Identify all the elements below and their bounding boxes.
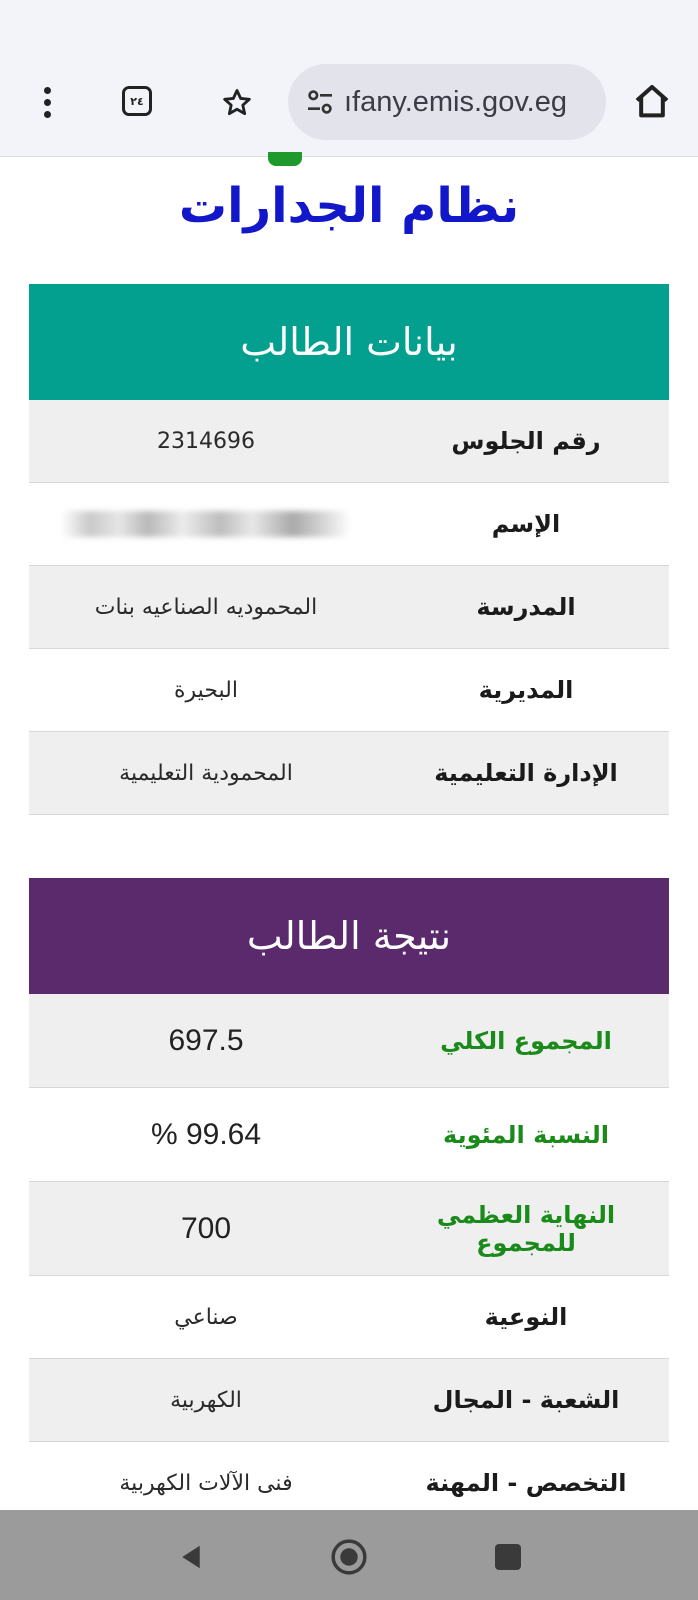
- student-data-table: رقم الجلوس 2314696 الإسم المدرسة المحمود…: [29, 400, 669, 815]
- address-bar[interactable]: ıfany.emis.gov.eg: [288, 64, 606, 140]
- row-value-redacted: [29, 511, 383, 537]
- home-icon[interactable]: [632, 82, 672, 122]
- row-label: المدرسة: [476, 593, 576, 621]
- recents-icon[interactable]: [495, 1544, 521, 1570]
- row-label: النوعية: [484, 1303, 568, 1331]
- tabs-icon[interactable]: ٢٤: [122, 86, 152, 116]
- star-icon[interactable]: [220, 86, 254, 120]
- student-data-card: بيانات الطالب رقم الجلوس 2314696 الإسم ا…: [29, 284, 669, 815]
- row-label: المجموع الكلي: [440, 1026, 612, 1055]
- table-row-educational-administration: الإدارة التعليمية المحمودية التعليمية: [29, 732, 669, 815]
- row-value: 2314696: [157, 428, 255, 454]
- student-result-table: المجموع الكلي 697.5 النسبة المئوية 99.64…: [29, 994, 669, 1524]
- row-value: صناعي: [174, 1304, 238, 1330]
- table-row-name: الإسم: [29, 483, 669, 566]
- row-value: 697.5: [168, 1023, 244, 1057]
- row-label: النسبة المئوية: [443, 1120, 609, 1149]
- table-row-percentage: النسبة المئوية 99.64 %: [29, 1088, 669, 1182]
- page-title: نظام الجدارات: [178, 178, 520, 234]
- menu-icon[interactable]: [36, 84, 58, 124]
- system-navigation-bar: [0, 1510, 698, 1600]
- row-label: التخصص - المهنة: [425, 1469, 627, 1497]
- row-value: فنى الآلات الكهربية: [119, 1470, 293, 1496]
- row-label: رقم الجلوس: [451, 427, 601, 455]
- student-result-card: نتيجة الطالب المجموع الكلي 697.5 النسبة …: [29, 878, 669, 1524]
- table-row-seat-number: رقم الجلوس 2314696: [29, 400, 669, 483]
- row-label: الإسم: [491, 510, 561, 538]
- home-circle-icon[interactable]: [330, 1538, 368, 1576]
- row-value: المحمودية التعليمية: [119, 760, 293, 786]
- redacted-name-blur: [61, 511, 351, 537]
- table-row-school: المدرسة المحموديه الصناعيه بنات: [29, 566, 669, 649]
- table-row-max-score: النهاية العظمي للمجموع 700: [29, 1182, 669, 1276]
- row-label: النهاية العظمي للمجموع: [436, 1200, 616, 1257]
- row-value: 700: [180, 1211, 232, 1245]
- table-row-division: الشعبة - المجال الكهربية: [29, 1359, 669, 1442]
- row-label: الشعبة - المجال: [432, 1386, 620, 1414]
- row-value: 99.64 %: [150, 1117, 262, 1151]
- url-text[interactable]: ıfany.emis.gov.eg: [344, 86, 567, 119]
- row-value: البحيرة: [174, 677, 238, 703]
- table-row-directorate: المديرية البحيرة: [29, 649, 669, 732]
- row-label: الإدارة التعليمية: [434, 759, 618, 787]
- row-value: المحموديه الصناعيه بنات: [94, 594, 318, 620]
- student-data-header: بيانات الطالب: [29, 284, 669, 400]
- site-settings-icon[interactable]: [304, 86, 336, 118]
- back-icon[interactable]: [176, 1542, 206, 1572]
- student-result-header: نتيجة الطالب: [29, 878, 669, 994]
- table-row-total-score: المجموع الكلي 697.5: [29, 994, 669, 1088]
- row-value: الكهربية: [170, 1387, 242, 1413]
- cut-off-heading-fragment: [260, 152, 320, 166]
- row-label: المديرية: [478, 676, 574, 704]
- browser-toolbar: ٢٤ ıfany.emis.gov.eg: [0, 0, 698, 157]
- table-row-type: النوعية صناعي: [29, 1276, 669, 1359]
